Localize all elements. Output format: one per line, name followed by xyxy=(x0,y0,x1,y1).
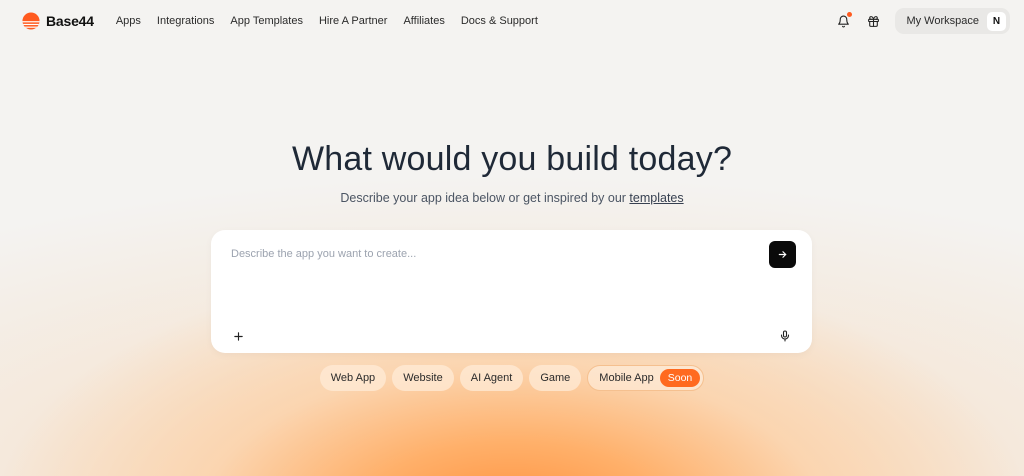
soon-badge: Soon xyxy=(659,369,701,387)
arrow-right-icon xyxy=(778,251,787,258)
top-nav: Base44 Apps Integrations App Templates H… xyxy=(0,0,1024,42)
nav-link-docs-support[interactable]: Docs & Support xyxy=(461,15,538,27)
templates-link[interactable]: templates xyxy=(629,191,683,205)
prompt-input[interactable] xyxy=(231,244,751,264)
notification-dot xyxy=(847,12,853,17)
chip-label: Website xyxy=(403,372,443,384)
chip-ai-agent[interactable]: AI Agent xyxy=(459,365,524,391)
brand-name: Base44 xyxy=(46,13,94,29)
gift-icon xyxy=(868,15,879,27)
chip-label: Game xyxy=(540,372,571,384)
logo[interactable]: Base44 xyxy=(22,12,94,30)
page-title: What would you build today? xyxy=(291,140,733,178)
workspace-label: My Workspace xyxy=(906,15,979,27)
nav-link-apps[interactable]: Apps xyxy=(116,15,141,27)
chip-web-app[interactable]: Web App xyxy=(319,365,387,391)
gift-button[interactable] xyxy=(865,13,881,29)
chip-label: Mobile App xyxy=(599,372,654,384)
hero-subtitle-text: Describe your app idea below or get insp… xyxy=(340,191,630,205)
app-type-chips: Web App Website AI Agent Game Mobile App… xyxy=(0,365,1024,391)
nav-link-app-templates[interactable]: App Templates xyxy=(230,15,303,27)
chip-label: AI Agent xyxy=(470,372,513,384)
prompt-box xyxy=(211,230,812,353)
workspace-switcher[interactable]: My Workspace N xyxy=(895,8,1010,34)
notifications-button[interactable] xyxy=(835,12,853,29)
chip-game[interactable]: Game xyxy=(529,365,582,391)
hero-subtitle: Describe your app idea below or get insp… xyxy=(0,191,1024,205)
attach-button[interactable] xyxy=(231,329,245,343)
nav-link-affiliates[interactable]: Affiliates xyxy=(403,15,444,27)
chip-website[interactable]: Website xyxy=(392,365,454,391)
microphone-button[interactable] xyxy=(778,329,792,343)
nav-right: My Workspace N xyxy=(835,8,1010,34)
chip-label: Web App xyxy=(330,372,376,384)
base44-logo-icon xyxy=(22,12,40,30)
avatar: N xyxy=(987,11,1006,31)
send-button[interactable] xyxy=(769,241,796,268)
microphone-icon xyxy=(780,330,790,342)
chip-mobile-app[interactable]: Mobile App Soon xyxy=(587,365,705,391)
nav-link-integrations[interactable]: Integrations xyxy=(157,15,214,27)
nav-link-hire-a-partner[interactable]: Hire A Partner xyxy=(319,15,387,27)
nav-links: Apps Integrations App Templates Hire A P… xyxy=(116,15,538,27)
plus-icon xyxy=(233,331,243,341)
